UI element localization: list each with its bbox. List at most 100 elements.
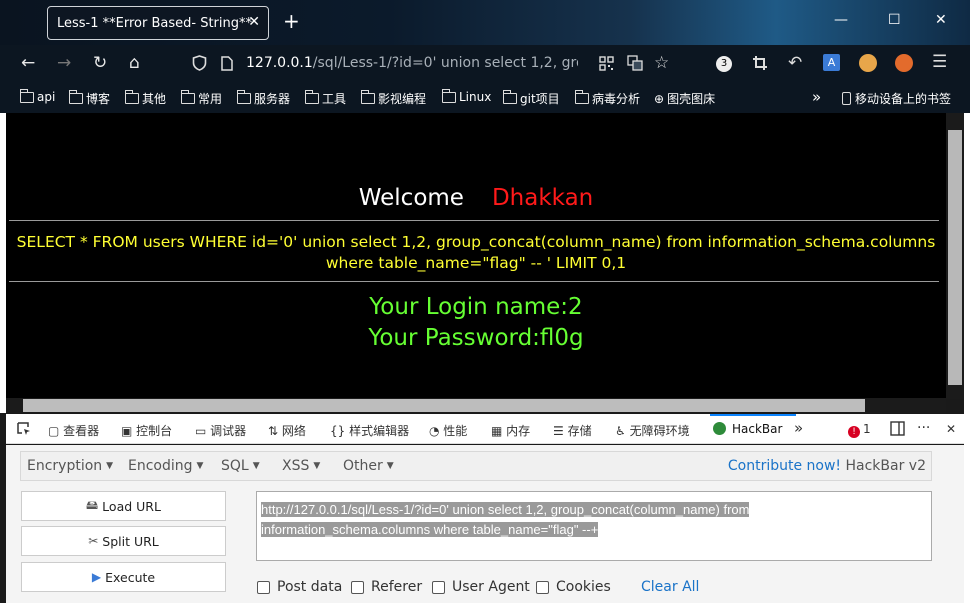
maximize-button[interactable]: ☐ [888, 12, 901, 28]
google-translate-icon[interactable]: A [823, 54, 840, 71]
menu-icon[interactable]: ☰ [932, 52, 947, 72]
hackbar-version: HackBar v2 [845, 458, 927, 474]
shield-icon[interactable] [192, 55, 207, 75]
user-agent-checkbox[interactable]: User Agent [432, 579, 530, 595]
extension-badge[interactable]: 3 [716, 56, 732, 72]
play-icon: ▶ [91, 570, 102, 584]
devtools-more-tabs[interactable]: » [794, 419, 803, 437]
divider [9, 220, 939, 221]
menu-encryption[interactable]: Encryption ▼ [27, 458, 113, 474]
cookies-checkbox[interactable]: Cookies [536, 579, 611, 595]
contribute-link[interactable]: Contribute now! [728, 458, 841, 474]
tab-close-icon[interactable]: ✕ [248, 14, 260, 30]
bookmark-folder[interactable]: 其他 [124, 90, 166, 107]
minimize-button[interactable]: — [834, 12, 848, 28]
bookmark-star-icon[interactable]: ☆ [654, 53, 669, 73]
folder-icon [441, 88, 456, 103]
new-tab-button[interactable]: + [283, 11, 300, 31]
menu-other[interactable]: Other ▼ [343, 458, 394, 474]
tab-active[interactable]: Less-1 **Error Based- String** ✕ [47, 6, 269, 40]
mobile-bookmarks[interactable]: 移动设备上的书签 [842, 90, 951, 107]
folder-icon [180, 90, 195, 104]
hackbar-icon [713, 422, 726, 435]
inspector-icon: ▢ [48, 424, 64, 438]
folder-icon [124, 90, 139, 104]
menu-encoding[interactable]: Encoding ▼ [128, 458, 203, 474]
folder-icon [68, 90, 83, 104]
bookmark-link[interactable]: ⊕ 图壳图床 [654, 90, 715, 107]
url-host: 127.0.0.1 [246, 55, 313, 71]
split-url-button[interactable]: ✂ Split URL [21, 526, 226, 556]
tab-hackbar[interactable]: HackBar [713, 422, 782, 436]
hackbar-panel: Encryption ▼ Encoding ▼ SQL ▼ XSS ▼ Other ▼ C… [6, 445, 964, 603]
extension-fox-icon[interactable] [895, 54, 913, 72]
folder-icon [19, 88, 34, 103]
bookmark-folder[interactable]: git项目 [502, 90, 560, 107]
tab-console[interactable]: ▣ 控制台 [121, 422, 172, 439]
element-picker-icon[interactable] [16, 421, 32, 440]
bookmark-folder[interactable]: 影视编程 [360, 90, 426, 107]
tab-title: Less-1 **Error Based- String** [57, 15, 252, 31]
crop-icon[interactable] [752, 55, 768, 75]
dock-icon[interactable] [890, 421, 905, 439]
tab-debugger[interactable]: ▭ 调试器 [195, 422, 246, 439]
bookmark-folder[interactable]: 病毒分析 [574, 90, 640, 107]
tab-accessibility[interactable]: ♿ 无障碍环境 [615, 422, 690, 439]
page-icon [221, 56, 233, 75]
console-icon: ▣ [121, 424, 137, 438]
menu-xss[interactable]: XSS ▼ [282, 458, 320, 474]
home-button[interactable]: ⌂ [129, 54, 140, 72]
bookmark-folder[interactable]: api [19, 88, 55, 104]
back-button[interactable]: ← [21, 54, 35, 72]
welcome-heading: Welcome Dhakkan [6, 185, 946, 211]
debugger-icon: ▭ [195, 424, 211, 438]
tab-memory[interactable]: ▦ 内存 [491, 422, 530, 439]
reload-button[interactable]: ↻ [93, 54, 107, 72]
bookmark-folder[interactable]: 服务器 [236, 90, 290, 107]
chevron-down-icon: ▼ [106, 461, 114, 471]
forward-button[interactable]: → [57, 54, 71, 72]
bookmarks-more-button[interactable]: » [812, 88, 821, 106]
load-icon: 🖴 [86, 497, 99, 512]
devtools-close-button[interactable]: ✕ [946, 422, 956, 436]
memory-icon: ▦ [491, 424, 507, 438]
load-url-button[interactable]: 🖴 Load URL [21, 491, 226, 521]
menu-sql[interactable]: SQL ▼ [221, 458, 260, 474]
url-text-line: http://127.0.0.1/sql/Less-1/?id=0' union… [261, 502, 750, 517]
folder-icon [502, 90, 517, 104]
referer-checkbox[interactable]: Referer [351, 579, 422, 595]
tab-storage[interactable]: ☰ 存储 [553, 422, 592, 439]
qr-code-icon[interactable] [599, 56, 614, 75]
tampermonkey-icon[interactable] [859, 54, 877, 72]
post-data-checkbox[interactable]: Post data [257, 579, 342, 595]
right-edge [964, 113, 970, 603]
undo-icon[interactable]: ↶ [788, 53, 802, 73]
storage-icon: ☰ [553, 424, 568, 438]
bookmark-folder[interactable]: 博客 [68, 90, 110, 107]
error-counter[interactable]: ! 1 [848, 422, 871, 438]
bookmark-folder[interactable]: 常用 [180, 90, 222, 107]
sql-query-line: SELECT * FROM users WHERE id='0' union s… [16, 233, 936, 251]
clear-all-link[interactable]: Clear All [641, 579, 699, 595]
execute-button[interactable]: ▶ Execute [21, 562, 226, 592]
active-tab-indicator [710, 414, 796, 416]
horizontal-scroll-thumb[interactable] [23, 399, 865, 412]
vertical-scroll-thumb[interactable] [948, 130, 962, 385]
hackbar-menu: Encryption ▼ Encoding ▼ SQL ▼ XSS ▼ Other ▼ C… [20, 451, 932, 481]
tab-performance[interactable]: ◔ 性能 [429, 422, 467, 439]
bookmark-folder[interactable]: 工具 [304, 90, 346, 107]
bookmark-folder[interactable]: Linux [441, 88, 491, 104]
url-textarea[interactable]: http://127.0.0.1/sql/Less-1/?id=0' union… [256, 491, 932, 561]
tab-style-editor[interactable]: {} 样式编辑器 [330, 422, 409, 439]
close-window-button[interactable]: ✕ [935, 12, 947, 28]
navigation-bar: ← → ↻ ⌂ 127.0.0.1/sql/Less-1/?id=0' unio… [0, 45, 970, 83]
address-bar[interactable]: 127.0.0.1/sql/Less-1/?id=0' union select… [246, 55, 578, 71]
checkbox-icon [351, 580, 364, 594]
title-bar: Less-1 **Error Based- String** ✕ + — ☐ ✕ [0, 0, 970, 45]
welcome-text: Welcome [358, 185, 464, 211]
translate-icon[interactable] [627, 55, 643, 75]
tab-inspector[interactable]: ▢ 查看器 [48, 422, 99, 439]
tab-network[interactable]: ⇅ 网络 [268, 422, 306, 439]
devtools-options-button[interactable]: ··· [917, 420, 930, 436]
chevron-down-icon: ▼ [252, 461, 260, 471]
